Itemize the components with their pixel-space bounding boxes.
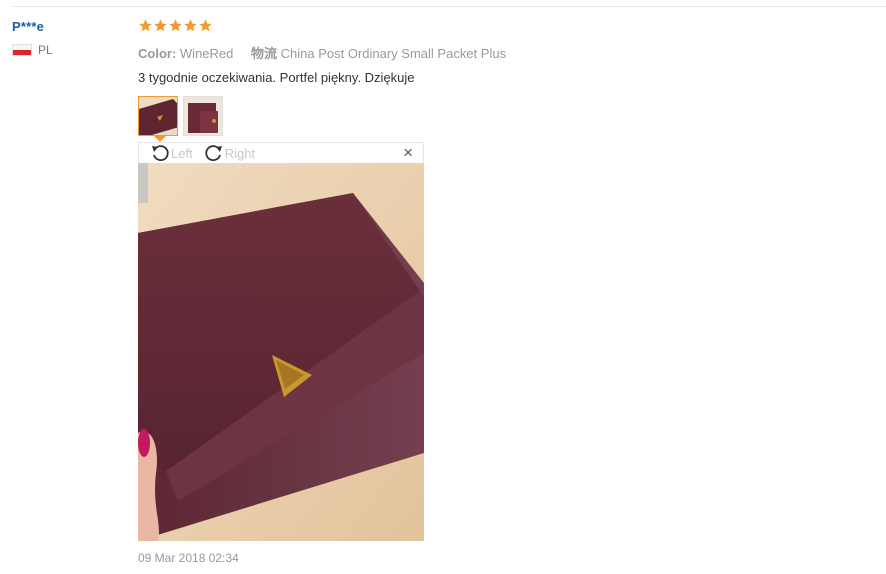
review-content: Color: WineRed 物流 China Post Ordinary Sm… [138, 18, 878, 565]
viewer-toolbar: Left Right × [138, 142, 424, 163]
divider [12, 6, 886, 7]
star-icon [199, 19, 212, 32]
close-icon[interactable]: × [403, 143, 413, 163]
review-photo [138, 163, 424, 541]
wallet-thumbnail-image [184, 97, 222, 135]
photo-viewer: Left Right × [138, 142, 424, 541]
rotate-left-label: Left [171, 145, 193, 161]
attribute-value: China Post Ordinary Small Packet Plus [280, 46, 507, 61]
star-icon [139, 19, 152, 32]
star-icon [184, 19, 197, 32]
rotate-right-button[interactable]: Right [203, 143, 255, 163]
reviewer-name: P***e [12, 19, 45, 34]
rotate-right-label: Right [224, 145, 256, 161]
review-date: 09 Mar 2018 02:34 [138, 551, 239, 565]
reviewer-country: PL [12, 43, 53, 57]
thumbnail-2[interactable] [183, 96, 223, 136]
order-attributes: Color: WineRed 物流 China Post Ordinary Sm… [138, 43, 878, 62]
country-code: PL [38, 43, 53, 57]
star-icon [169, 19, 182, 32]
attribute-value: WineRed [179, 46, 234, 61]
star-icon [154, 19, 167, 32]
poland-flag-icon [12, 44, 32, 56]
wallet-thumbnail-image [139, 97, 177, 135]
rotate-left-button[interactable]: Left [149, 143, 193, 163]
star-rating [138, 18, 878, 38]
review-text: 3 tygodnie oczekiwania. Portfel piękny. … [138, 70, 415, 85]
attribute-key: 物流 [251, 46, 278, 61]
attribute-key: Color: [138, 46, 177, 61]
thumbnail-1[interactable] [138, 96, 178, 136]
photo-thumbnails [138, 96, 878, 142]
rotate-left-icon [152, 145, 169, 162]
reviewer-info: P***e PL [12, 19, 53, 57]
rotate-right-icon [205, 145, 222, 162]
